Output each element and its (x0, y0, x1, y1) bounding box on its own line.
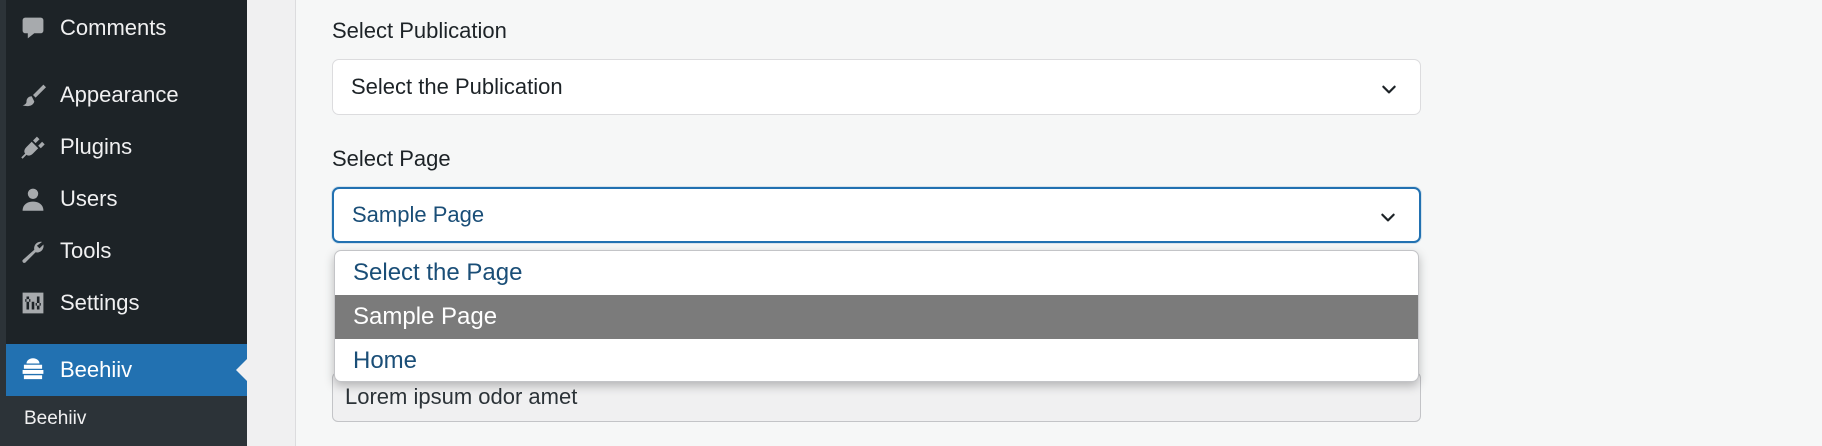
publication-select[interactable]: Select the Publication (332, 59, 1421, 115)
sidebar-item-appearance[interactable]: Appearance (6, 70, 247, 120)
active-indicator (236, 359, 247, 381)
paintbrush-icon (20, 82, 46, 108)
dropdown-option-selected[interactable]: Sample Page (335, 295, 1418, 339)
sidebar-item-settings[interactable]: Settings (6, 278, 247, 328)
publication-label: Select Publication (332, 18, 507, 43)
sidebar-item-beehiiv[interactable]: Beehiiv (6, 344, 247, 396)
sidebar-item-label: Plugins (60, 134, 133, 159)
publication-select-value: Select the Publication (351, 74, 563, 99)
page-label: Select Page (332, 146, 451, 171)
chevron-down-icon (1379, 206, 1397, 224)
sidebar-item-users[interactable]: Users (6, 174, 247, 224)
comments-icon (20, 15, 46, 41)
submenu-item-beehiiv[interactable]: Beehiiv (24, 408, 86, 430)
sidebar-item-plugins[interactable]: Plugins (6, 122, 247, 172)
dropdown-option[interactable]: Select the Page (335, 251, 1418, 295)
sidebar-item-label: Beehiiv (60, 357, 133, 382)
dropdown-option[interactable]: Home (335, 339, 1418, 381)
user-icon (20, 186, 46, 212)
sidebar-item-label: Comments (60, 15, 167, 40)
plugin-icon (20, 134, 46, 160)
sidebar-item-label: Tools (60, 238, 112, 263)
wrench-icon (20, 238, 46, 264)
beehiiv-submenu: Beehiiv (6, 396, 247, 446)
settings-sliders-icon (20, 290, 46, 316)
sidebar-item-tools[interactable]: Tools (6, 226, 247, 276)
text-field-value: Lorem ipsum odor amet (345, 384, 578, 409)
sidebar-item-label: Settings (60, 290, 140, 315)
sidebar-item-comments[interactable]: Comments (6, 3, 247, 53)
main-content: Select Publication Select the Publicatio… (247, 0, 1822, 446)
sidebar-item-label: Appearance (60, 82, 179, 107)
page-select-dropdown: Select the Page Sample Page Home (334, 250, 1419, 382)
beehive-icon (20, 357, 46, 383)
sidebar-item-label: Users (60, 186, 118, 211)
chevron-down-icon (1380, 78, 1398, 96)
page-select-value: Sample Page (352, 202, 485, 227)
page-select[interactable]: Sample Page (332, 187, 1421, 243)
admin-sidebar: Comments Appearance Plugins Users Tools … (0, 0, 247, 446)
